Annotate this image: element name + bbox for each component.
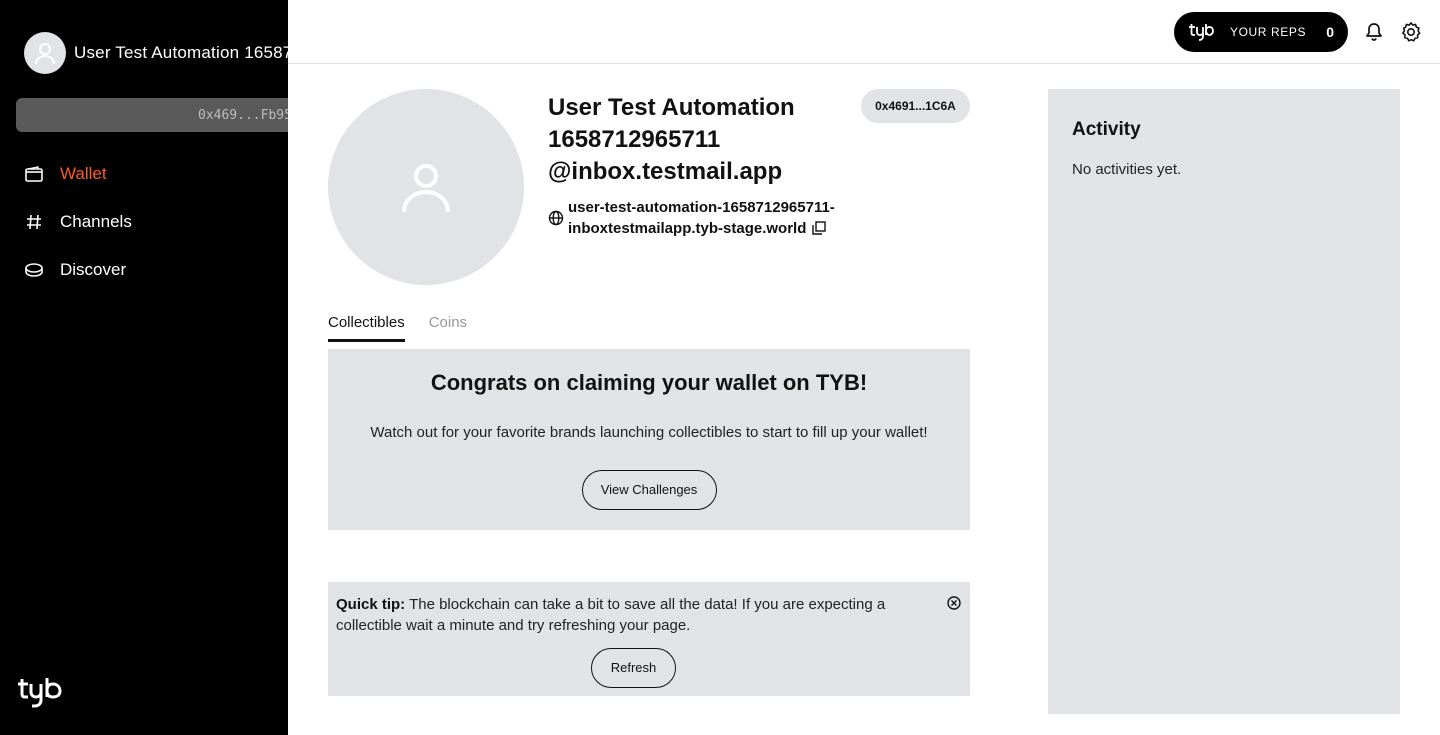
reps-count: 0 bbox=[1326, 24, 1334, 40]
sidebar-nav: Wallet Channels Discover bbox=[24, 150, 132, 294]
activity-panel: Activity No activities yet. bbox=[1048, 89, 1400, 714]
tyb-logo[interactable] bbox=[16, 676, 66, 715]
profile-url-row: user-test-automation-1658712965711-inbox… bbox=[548, 197, 868, 239]
tip-text: Quick tip: The blockchain can take a bit… bbox=[336, 594, 926, 636]
wallet-address-pill[interactable]: 0x469...Fb95ef bbox=[16, 98, 288, 132]
profile-avatar bbox=[328, 89, 524, 285]
tab-collectibles[interactable]: Collectibles bbox=[328, 312, 405, 342]
activity-empty: No activities yet. bbox=[1072, 161, 1182, 178]
activity-title: Activity bbox=[1072, 119, 1141, 140]
wallet-icon bbox=[24, 164, 44, 184]
sidebar-item-wallet[interactable]: Wallet bbox=[24, 150, 132, 198]
user-profile-row[interactable]: User Test Automation 1658712965711 bbox=[24, 32, 288, 74]
profile-url[interactable]: user-test-automation-1658712965711-inbox… bbox=[568, 199, 835, 237]
wallet-tabs: Collectibles Coins bbox=[328, 312, 491, 342]
sidebar-item-channels[interactable]: Channels bbox=[24, 198, 132, 246]
address-badge-text: 0x4691...1C6A bbox=[875, 99, 956, 113]
sidebar-item-label: Channels bbox=[60, 212, 132, 231]
sidebar-item-label: Discover bbox=[60, 260, 127, 279]
top-header: YOUR REPS 0 bbox=[288, 0, 1440, 64]
tyb-logo-icon bbox=[1189, 24, 1214, 41]
congrats-message: Watch out for your favorite brands launc… bbox=[370, 424, 928, 441]
your-reps-button[interactable]: YOUR REPS 0 bbox=[1174, 12, 1348, 52]
profile-name: User Test Automation 1658712965711 @inbo… bbox=[548, 94, 795, 185]
tab-coins[interactable]: Coins bbox=[429, 312, 467, 342]
congrats-panel: Congrats on claiming your wallet on TYB!… bbox=[328, 349, 970, 530]
congrats-title: Congrats on claiming your wallet on TYB! bbox=[430, 370, 868, 395]
tyb-logo-mark bbox=[18, 678, 62, 708]
avatar[interactable] bbox=[24, 32, 66, 74]
tip-body: The blockchain can take a bit to save al… bbox=[336, 596, 886, 634]
hash-icon bbox=[24, 212, 44, 232]
bell-icon[interactable] bbox=[1364, 22, 1384, 42]
refresh-button[interactable]: Refresh bbox=[591, 648, 676, 688]
wallet-address: 0x469...Fb95ef bbox=[198, 107, 288, 123]
sidebar-user-name: User Test Automation 1658712965711 bbox=[74, 43, 288, 62]
wallet-address-badge[interactable]: 0x4691...1C6A bbox=[861, 89, 970, 123]
tip-label: Quick tip: bbox=[336, 596, 406, 613]
sidebar: User Test Automation 1658712965711 0x469… bbox=[0, 0, 288, 735]
user-icon bbox=[402, 164, 450, 213]
discover-icon bbox=[24, 260, 44, 280]
user-icon bbox=[35, 43, 55, 65]
reps-label: YOUR REPS bbox=[1230, 25, 1307, 39]
sidebar-item-discover[interactable]: Discover bbox=[24, 246, 132, 294]
close-icon[interactable] bbox=[947, 596, 961, 610]
globe-icon bbox=[548, 210, 564, 226]
quick-tip-panel: Quick tip: The blockchain can take a bit… bbox=[328, 582, 970, 696]
sidebar-item-label: Wallet bbox=[60, 164, 107, 183]
gear-icon[interactable] bbox=[1400, 21, 1422, 43]
view-challenges-button[interactable]: View Challenges bbox=[581, 470, 717, 510]
copy-icon[interactable] bbox=[812, 221, 827, 235]
